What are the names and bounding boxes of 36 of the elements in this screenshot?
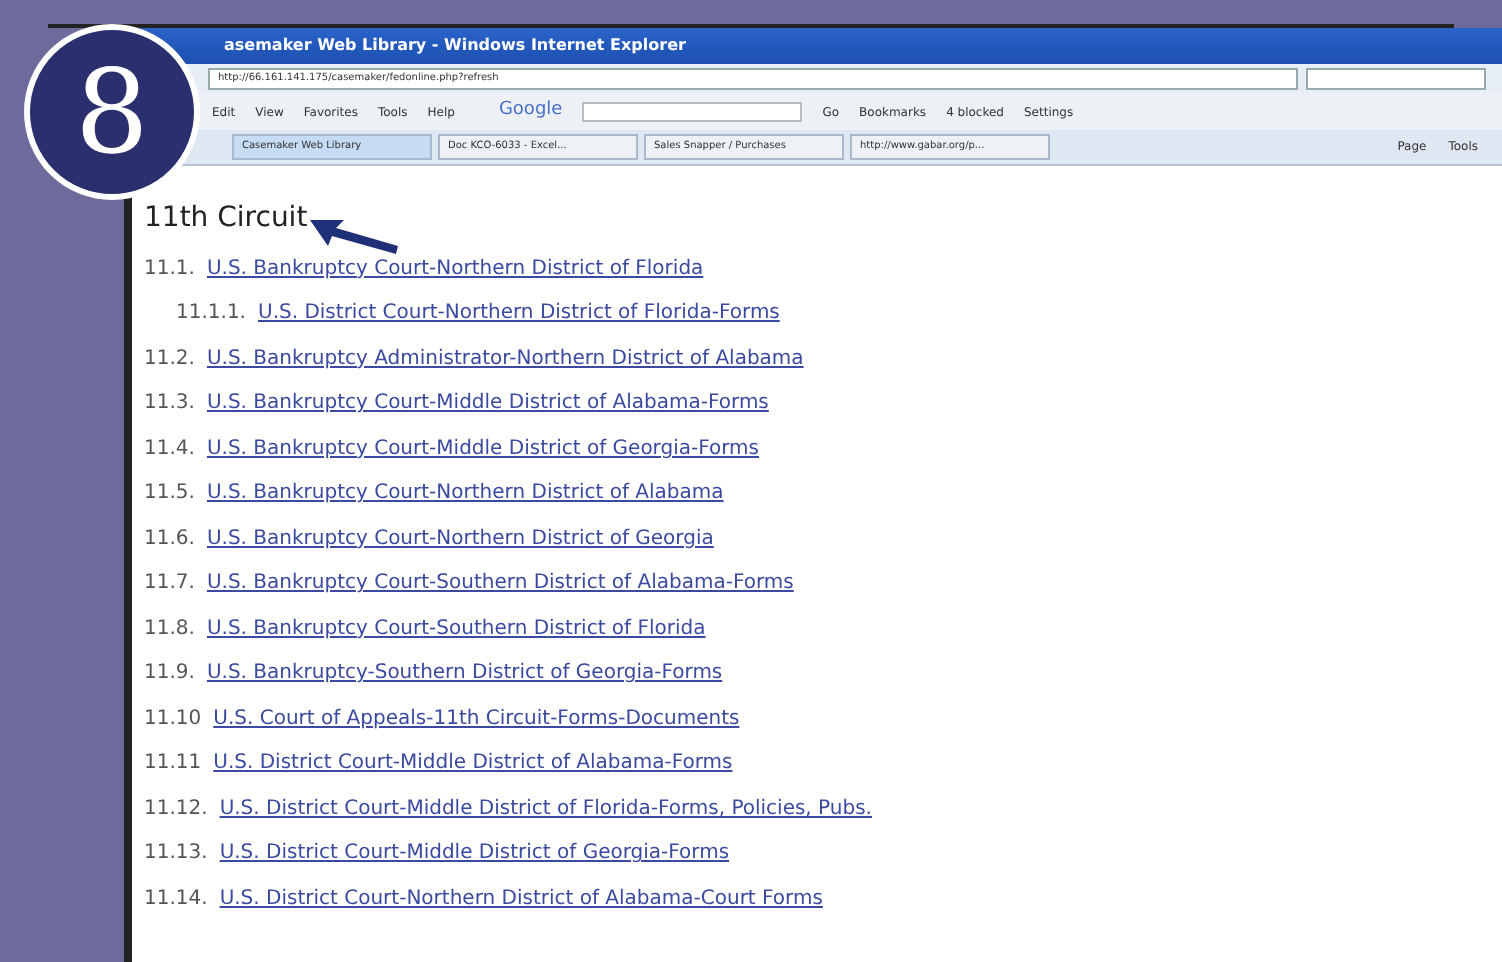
- item-number: 11.14.: [144, 885, 208, 914]
- item-number: 11.5.: [144, 480, 195, 509]
- search-field[interactable]: [1306, 68, 1486, 90]
- item-number: 11.1.: [144, 255, 195, 284]
- item-number: 11.4.: [144, 435, 195, 464]
- item-number: 11.12.: [144, 795, 208, 824]
- court-link[interactable]: U.S. Bankruptcy Court-Middle District of Georgia-Forms: [206, 433, 760, 464]
- item-number: 11.13.: [144, 840, 208, 869]
- item-number: 11.6.: [144, 525, 195, 554]
- court-link[interactable]: U.S. Court of Appeals-11th Circuit-Forms-Documents: [213, 703, 740, 734]
- item-number: 11.1.1.: [176, 300, 246, 329]
- court-link[interactable]: U.S. Bankruptcy Court-Northern District of Florida: [206, 253, 704, 284]
- court-link[interactable]: U.S. Bankruptcy Court-Middle District of Alabama-Forms: [206, 388, 769, 419]
- item-number: 11.11: [144, 750, 202, 779]
- google-search-field[interactable]: [582, 102, 803, 122]
- court-link[interactable]: U.S. District Court-Middle District of Georgia-Forms: [219, 838, 730, 869]
- court-link[interactable]: U.S. District Court-Northern District of Florida-Forms: [258, 298, 780, 329]
- item-number: 11.9.: [144, 660, 195, 689]
- court-link[interactable]: U.S. District Court-Middle District of Florida-Forms, Policies, Pubs.: [219, 793, 872, 824]
- item-number: 11.2.: [144, 345, 195, 374]
- court-link[interactable]: U.S. District Court-Northern District of Alabama-Court Forms: [219, 883, 823, 914]
- court-link[interactable]: U.S. Bankruptcy Court-Southern District of Alabama-Forms: [206, 568, 794, 599]
- item-number: 11.7.: [144, 570, 195, 599]
- section-heading: 11th Circuit: [144, 200, 308, 238]
- court-link[interactable]: U.S. Bankruptcy Administrator-Northern District of Alabama: [206, 343, 804, 374]
- court-link[interactable]: U.S. District Court-Middle District of Alabama-Forms: [213, 748, 733, 779]
- window-title: asemaker Web Library - Windows Internet Explorer: [224, 34, 686, 58]
- item-number: 11.3.: [144, 390, 195, 419]
- pointer-arrow: [308, 216, 400, 256]
- court-link[interactable]: U.S. Bankruptcy Court-Southern District of Florida: [206, 613, 706, 644]
- court-link[interactable]: U.S. Bankruptcy Court-Northern District of Georgia: [206, 523, 714, 554]
- court-link[interactable]: U.S. Bankruptcy Court-Northern District of Alabama: [206, 478, 724, 509]
- court-link[interactable]: U.S. Bankruptcy-Southern District of Georgia-Forms: [206, 658, 723, 689]
- google-logo: Google: [498, 98, 563, 125]
- item-number: 11.8.: [144, 615, 195, 644]
- item-number: 11.10: [144, 705, 202, 734]
